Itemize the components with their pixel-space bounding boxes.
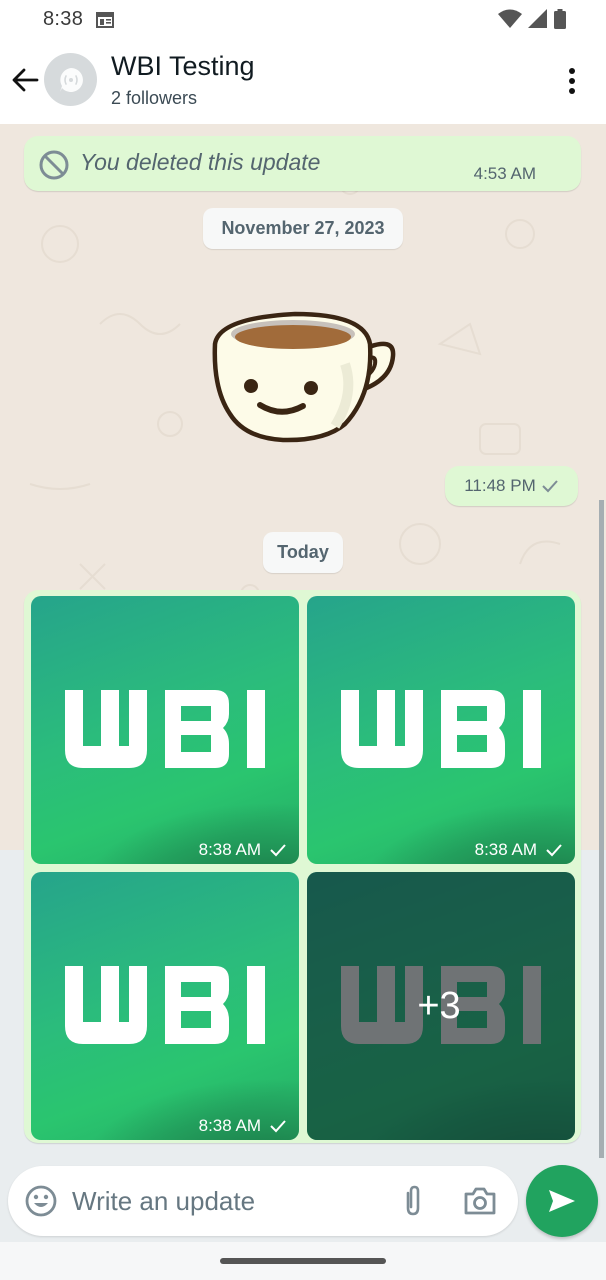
home-indicator[interactable] (220, 1258, 386, 1264)
arrow-left-icon (12, 68, 39, 92)
single-check-icon (270, 844, 286, 857)
album-image[interactable]: 8:38 AM (31, 872, 299, 1140)
signal-icon (528, 9, 547, 28)
channel-icon (59, 67, 83, 92)
system-nav-bar (0, 1242, 606, 1280)
message-time: 8:38 AM (198, 1116, 261, 1135)
image-time: 8:38 AM (199, 1116, 287, 1136)
screen: 8:38 WBI Testing 2 followers You deleted… (0, 0, 606, 1280)
more-vert-icon-dot (569, 78, 575, 84)
image-album-bubble: 8:38 AM 8:38 AM 8:38 AM +3 (24, 590, 581, 1143)
status-bar: 8:38 (0, 0, 606, 40)
update-input[interactable] (72, 1178, 372, 1224)
composer (8, 1166, 518, 1236)
chat-header: WBI Testing 2 followers (0, 40, 606, 124)
battery-icon (554, 9, 566, 29)
message-time: 4:53 AM (473, 164, 536, 183)
sticker-time-bubble: 11:48 PM (445, 466, 578, 506)
message-time: 8:38 AM (198, 840, 261, 859)
wbi-logo-image (341, 690, 541, 768)
wbi-logo-image (65, 966, 265, 1044)
follower-count: 2 followers (111, 88, 198, 108)
status-icons (498, 9, 566, 29)
single-check-icon (546, 844, 562, 857)
date-divider: Today (263, 532, 343, 573)
date-divider: November 27, 2023 (203, 208, 403, 249)
send-button[interactable] (526, 1165, 598, 1237)
wifi-icon (498, 9, 522, 28)
single-check-icon (270, 1120, 286, 1133)
message-time: 8:38 AM (474, 840, 537, 859)
image-time: 8:38 AM (199, 840, 287, 860)
more-images-count: +3 (417, 984, 461, 1027)
back-button[interactable] (10, 64, 40, 96)
status-time: 8:38 (43, 8, 84, 30)
album-image[interactable]: 8:38 AM (31, 596, 299, 864)
album-more-images[interactable]: +3 (307, 872, 575, 1140)
blocked-icon (39, 150, 69, 180)
deleted-update-text: You deleted this update (80, 149, 321, 175)
channel-title[interactable]: WBI Testing (111, 51, 255, 82)
paperclip-icon[interactable] (400, 1183, 426, 1219)
image-time: 8:38 AM (475, 840, 563, 860)
camera-icon[interactable] (463, 1185, 497, 1217)
deleted-update-bubble[interactable]: You deleted this update 4:53 AM (24, 136, 581, 191)
chat-area: You deleted this update 4:53 AM November… (0, 124, 606, 1242)
send-icon (549, 1190, 575, 1212)
album-image[interactable]: 8:38 AM (307, 596, 575, 864)
single-check-icon (542, 480, 558, 493)
more-options-button[interactable] (560, 66, 584, 96)
more-vert-icon-dot (569, 68, 575, 74)
scrollbar[interactable] (599, 500, 604, 1158)
channel-avatar[interactable] (44, 53, 97, 106)
calendar-icon (96, 12, 114, 28)
more-vert-icon-dot (569, 88, 575, 94)
wbi-logo-image (65, 690, 265, 768)
emoji-icon[interactable] (24, 1184, 58, 1218)
message-time: 11:48 PM (464, 476, 536, 495)
smiling-coffee-cup-sticker[interactable] (205, 304, 400, 444)
